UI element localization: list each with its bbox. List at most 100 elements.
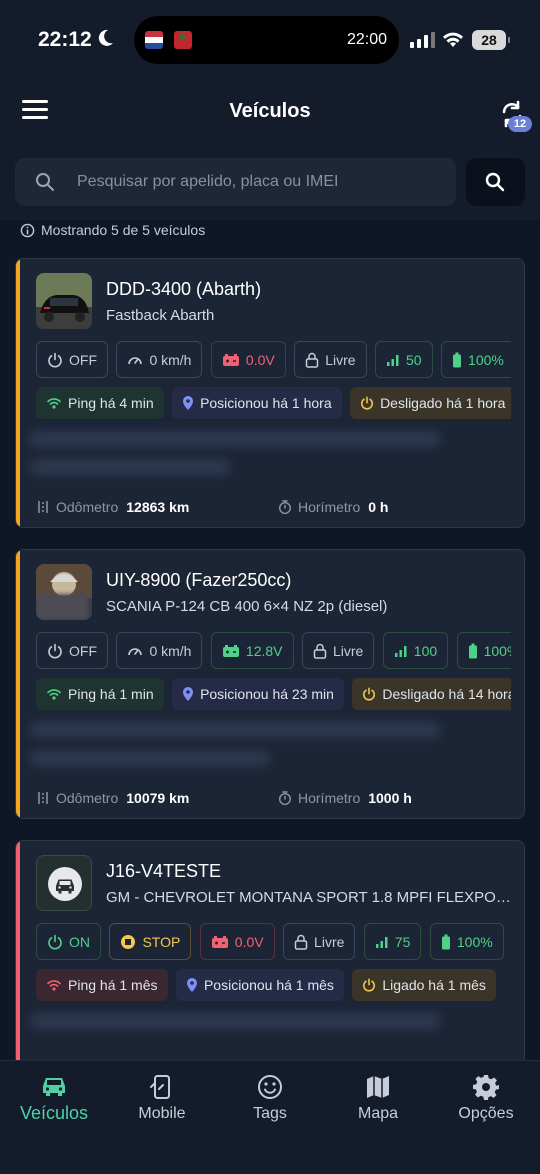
blurred-address bbox=[30, 431, 440, 447]
stopwatch-icon bbox=[279, 791, 291, 805]
ignition-chip: OFF bbox=[36, 632, 108, 669]
ignition-value: OFF bbox=[69, 642, 97, 659]
position-pill: Posicionou há 23 min bbox=[172, 678, 344, 710]
ignition-value: ON bbox=[69, 933, 90, 950]
road-icon bbox=[38, 792, 48, 804]
odometer: Odômetro 12863 km bbox=[36, 499, 189, 515]
nav-label: Tags bbox=[253, 1105, 287, 1122]
voltage-chip: 0.0V bbox=[199, 923, 275, 960]
signal-value: 75 bbox=[394, 933, 411, 950]
stopwatch-icon bbox=[279, 500, 291, 514]
hourmeter-label: Horímetro bbox=[298, 790, 361, 806]
nav-map[interactable]: Mapa bbox=[324, 1061, 432, 1141]
ignition-chip: ON bbox=[36, 923, 101, 960]
page-title: Veículos bbox=[229, 100, 311, 122]
odometer-value: 10079 km bbox=[126, 790, 190, 806]
dynamic-island: 22:00 bbox=[134, 16, 399, 64]
odometer-label: Odômetro bbox=[56, 790, 119, 806]
island-time: 22:00 bbox=[346, 31, 387, 48]
map-icon bbox=[367, 1076, 389, 1098]
vehicle-model: GM - CHEVROLET MONTANA SPORT 1.8 MPFI FL… bbox=[106, 889, 511, 906]
power-text: Desligado há 1 hora bbox=[380, 395, 506, 411]
hourmeter: Horímetro 0 h bbox=[278, 499, 388, 515]
vehicle-card[interactable]: UIY-8900 (Fazer250cc) SCANIA P-124 CB 40… bbox=[15, 549, 525, 819]
results-count-text: Mostrando 5 de 5 veículos bbox=[41, 222, 206, 238]
car-battery-icon bbox=[211, 935, 228, 948]
hourmeter-value: 0 h bbox=[368, 499, 389, 515]
blurred-address bbox=[30, 722, 440, 738]
odometer: Odômetro 10079 km bbox=[36, 790, 189, 806]
ping-pill: Ping há 4 min bbox=[36, 387, 164, 419]
vehicle-card[interactable]: DDD-3400 (Abarth) Fastback Abarth OFF 0 … bbox=[15, 258, 525, 528]
wifi-icon bbox=[443, 32, 463, 47]
stop-value: STOP bbox=[142, 933, 181, 950]
nav-tags[interactable]: Tags bbox=[216, 1061, 324, 1141]
vehicle-model: Fastback Abarth bbox=[106, 307, 215, 324]
voltage-chip: 12.8V bbox=[210, 632, 294, 669]
speedometer-icon bbox=[128, 647, 143, 655]
status-chips: OFF 0 km/h 12.8V Livre 100 100% bbox=[36, 632, 511, 670]
odometer-value: 12863 km bbox=[126, 499, 190, 515]
nav-mobile[interactable]: Mobile bbox=[108, 1061, 216, 1141]
position-text: Posicionou há 23 min bbox=[200, 686, 334, 702]
search-icon bbox=[485, 172, 505, 192]
results-count: Mostrando 5 de 5 veículos bbox=[20, 222, 205, 238]
nav-label: Mapa bbox=[357, 1105, 399, 1122]
voltage-value: 0.0V bbox=[245, 351, 275, 368]
location-pin-icon bbox=[183, 687, 194, 701]
ignition-chip: OFF bbox=[36, 341, 108, 378]
nav-vehicles[interactable]: Veículos bbox=[0, 1061, 108, 1141]
device-battery-value: 100% bbox=[468, 351, 504, 368]
event-pills: Ping há 4 min Posicionou há 1 hora Desli… bbox=[36, 387, 511, 419]
app-header: Veículos 12 bbox=[0, 80, 540, 144]
hourmeter: Horímetro 1000 h bbox=[278, 790, 412, 806]
status-stripe bbox=[16, 259, 20, 527]
cellular-signal-icon bbox=[410, 32, 435, 48]
unlock-icon bbox=[313, 643, 327, 659]
speed-chip: 0 km/h bbox=[116, 632, 203, 669]
blurred-address bbox=[30, 1013, 440, 1029]
speed-value: 0 km/h bbox=[149, 351, 192, 368]
morocco-flag-icon bbox=[174, 31, 192, 49]
lock-value: Livre bbox=[332, 642, 364, 659]
device-battery-value: 100% bbox=[456, 933, 493, 950]
status-stripe bbox=[16, 550, 20, 818]
device-battery-chip: 100% bbox=[429, 923, 504, 960]
ping-icon bbox=[47, 980, 61, 991]
battery-indicator: 28 bbox=[472, 30, 510, 50]
speedometer-icon bbox=[128, 356, 143, 364]
lock-value: Livre bbox=[314, 933, 345, 950]
ping-icon bbox=[47, 398, 61, 409]
car-placeholder-icon bbox=[48, 867, 82, 901]
location-pin-icon bbox=[186, 978, 197, 992]
voltage-value: 0.0V bbox=[234, 933, 264, 950]
signal-bars-icon bbox=[394, 645, 407, 657]
vehicle-plate: J16-V4TESTE bbox=[106, 861, 222, 881]
signal-chip: 50 bbox=[375, 341, 433, 378]
power-icon bbox=[48, 934, 62, 949]
search-button[interactable] bbox=[466, 158, 525, 206]
power-icon bbox=[363, 687, 376, 701]
speed-chip: 0 km/h bbox=[116, 341, 203, 378]
sync-count-badge: 12 bbox=[508, 116, 532, 132]
road-icon bbox=[38, 501, 48, 513]
signal-bars-icon bbox=[387, 354, 399, 366]
search-box bbox=[15, 158, 456, 206]
signal-value: 50 bbox=[406, 351, 422, 368]
power-text: Ligado há 1 mês bbox=[382, 977, 486, 993]
ignition-value: OFF bbox=[69, 351, 97, 368]
status-bar: 22:12 22:00 28 bbox=[0, 0, 540, 80]
position-pill: Posicionou há 1 mês bbox=[175, 969, 344, 1001]
event-pills: Ping há 1 mês Posicionou há 1 mês Ligado… bbox=[36, 969, 511, 1001]
vehicle-photo bbox=[36, 564, 92, 620]
status-chips: OFF 0 km/h 0.0V Livre 50 100% bbox=[36, 341, 511, 379]
search-input[interactable] bbox=[77, 158, 447, 206]
netherlands-flag-icon bbox=[145, 31, 163, 49]
lock-chip: Livre bbox=[283, 923, 356, 960]
voltage-chip: 0.0V bbox=[210, 341, 286, 378]
hourmeter-label: Horímetro bbox=[298, 499, 361, 515]
power-icon bbox=[363, 978, 376, 992]
power-pill: Desligado há 14 horas bbox=[352, 678, 511, 710]
nav-options[interactable]: Opções bbox=[432, 1061, 540, 1141]
info-icon bbox=[20, 223, 35, 237]
